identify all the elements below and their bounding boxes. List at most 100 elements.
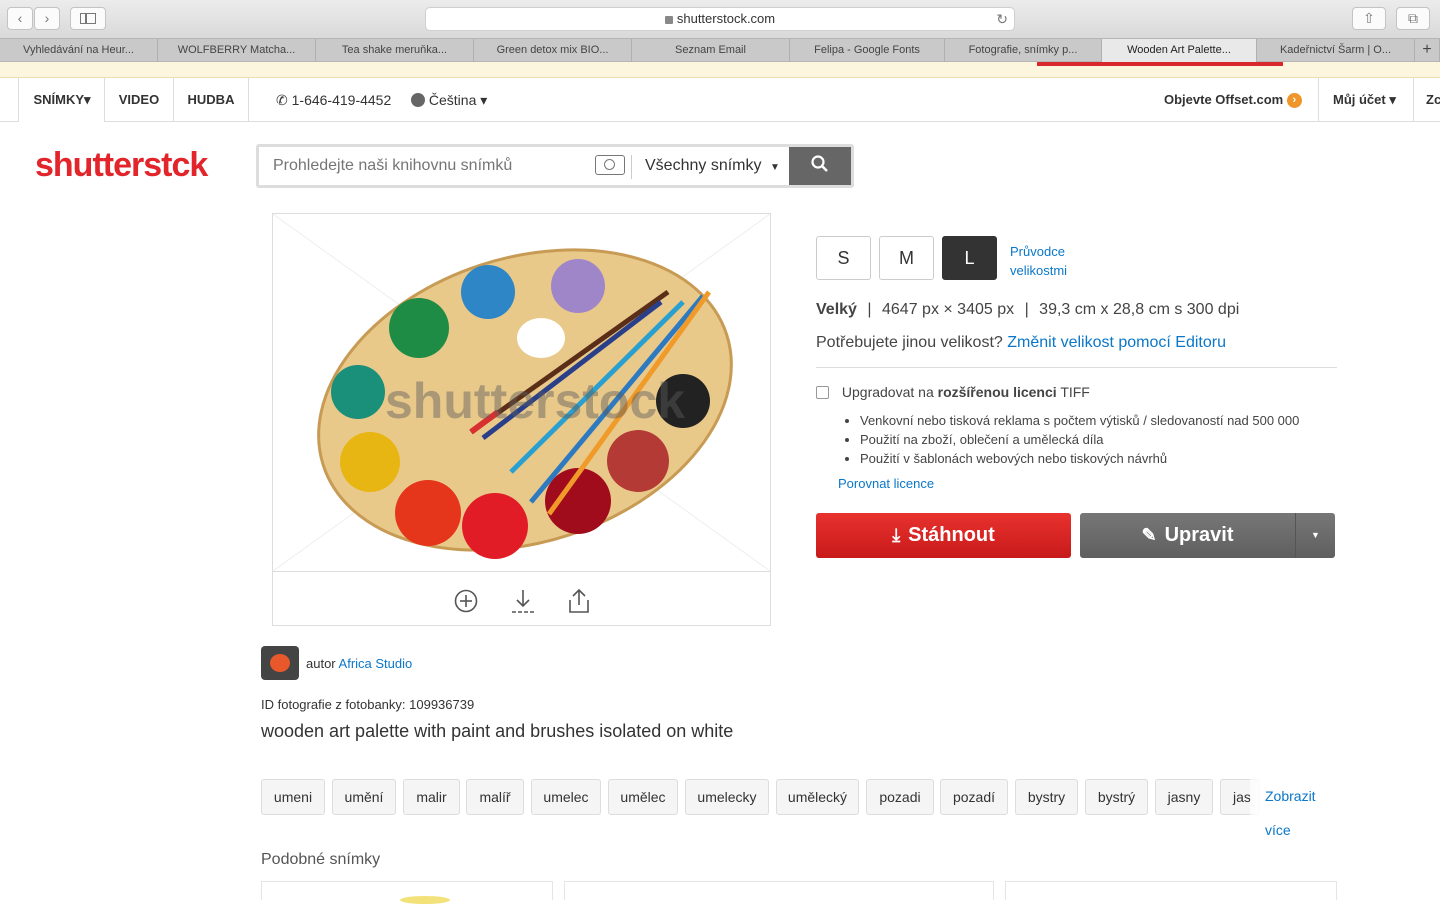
language-label: Čeština ▾ (428, 92, 488, 108)
browser-tab[interactable]: Fotografie, snímky p... (945, 39, 1102, 62)
keyword-tag[interactable]: umělec (608, 779, 678, 815)
size-px: 4647 px × 3405 px (882, 301, 1015, 318)
offset-link[interactable]: Objevte Offset.com › (1164, 78, 1302, 122)
keyword-tag[interactable]: umelec (531, 779, 601, 815)
size-guide-line1: Průvodce (1010, 244, 1065, 259)
author-prefix: autor (306, 656, 336, 671)
size-guide-link[interactable]: Průvodce velikostmi (1010, 242, 1067, 280)
address-bar[interactable]: shutterstock.com ↻ (425, 7, 1015, 31)
category-label: Všechny snímky (645, 157, 762, 174)
keyword-tag[interactable]: bystry (1015, 779, 1078, 815)
back-button[interactable]: ‹ (7, 7, 33, 30)
size-name: Velký (816, 301, 857, 318)
download-icon[interactable] (511, 588, 535, 614)
keyword-tag[interactable]: malíř (466, 779, 524, 815)
divider (816, 367, 1337, 368)
keyword-tag[interactable]: malir (403, 779, 460, 815)
keyword-tag[interactable]: umělecký (776, 779, 859, 815)
license-prefix: Upgradovat na (841, 384, 934, 400)
browser-toolbar: ‹ › shutterstock.com ↻ ⇧ ⧉ (0, 0, 1440, 38)
license-suffix: TIFF (1060, 384, 1090, 400)
license-benefits-list: Venkovní nebo tisková reklama s počtem v… (860, 411, 1299, 468)
arrow-right-circle-icon: › (1286, 93, 1302, 108)
globe-icon (411, 93, 425, 107)
language-selector[interactable]: Čeština ▾ (411, 78, 487, 122)
new-tab-button[interactable]: + (1415, 39, 1440, 62)
loading-bar (0, 62, 1440, 78)
edit-button[interactable]: ✎ Upravit ▼ (1080, 513, 1335, 558)
similar-images-heading: Podobné snímky (261, 851, 381, 868)
license-benefit: Použití na zboží, oblečení a umělecká dí… (860, 430, 1299, 449)
keyword-tag[interactable]: umeni (261, 779, 325, 815)
phone-label: 1-646-419-4452 (291, 92, 392, 108)
account-menu[interactable]: Můj účet ▾ (1333, 78, 1396, 122)
resize-question: Potřebujete jinou velikost? (816, 334, 1003, 351)
logo-text-end: ck (171, 146, 208, 184)
nav-music[interactable]: HUDBA (174, 78, 248, 122)
caret-down-icon: ▼ (769, 162, 780, 173)
license-checkbox[interactable] (816, 386, 829, 399)
browser-tab-active[interactable]: Wooden Art Palette... (1102, 39, 1257, 62)
sidebar-icon (80, 13, 96, 24)
resize-line: Potřebujete jinou velikost? Změnit velik… (816, 334, 1226, 352)
offset-label: Objevte Offset.com (1164, 92, 1284, 107)
similar-image-thumb[interactable] (564, 881, 994, 900)
license-benefit: Použití v šablonách webových nebo tiskov… (860, 449, 1299, 468)
search-icon (811, 155, 828, 172)
share-icon[interactable] (567, 588, 591, 614)
browser-tab[interactable]: Green detox mix BIO... (474, 39, 632, 62)
edit-dropdown-caret-icon[interactable]: ▼ (1296, 513, 1335, 558)
size-cm: 39,3 cm x 28,8 cm s 300 dpi (1039, 301, 1240, 318)
keyword-tag[interactable]: pozadí (940, 779, 1008, 815)
camera-icon[interactable] (595, 155, 625, 175)
nav-cut-item[interactable]: Zc (1426, 78, 1440, 122)
keyword-tag[interactable]: jasny (1155, 779, 1213, 815)
share-button[interactable]: ⇧ (1352, 7, 1386, 30)
browser-tab[interactable]: Kadeřnictví Šarm | O... (1257, 39, 1415, 62)
tab-bar: Vyhledávání na Heur... WOLFBERRY Matcha.… (0, 38, 1440, 62)
search-bar: Všechny snímky ▼ (256, 144, 854, 188)
keyword-tag[interactable]: umění (332, 779, 396, 815)
keyword-tag[interactable]: umelecky (685, 779, 769, 815)
browser-tab[interactable]: Felipa - Google Fonts (790, 39, 945, 62)
nav-video[interactable]: VIDEO (105, 78, 173, 122)
search-button[interactable] (789, 147, 851, 185)
extended-license-option: Upgradovat na rozšířenou licenci TIFF (816, 384, 1090, 400)
download-button[interactable]: ⤓ Stáhnout (816, 513, 1071, 558)
shutterstock-logo[interactable]: shutterstck (35, 146, 208, 185)
browser-tab[interactable]: WOLFBERRY Matcha... (158, 39, 316, 62)
browser-tab[interactable]: Tea shake meruňka... (316, 39, 474, 62)
add-to-collection-icon[interactable] (454, 589, 478, 613)
download-label: Stáhnout (908, 524, 995, 546)
forward-button[interactable]: › (34, 7, 60, 30)
size-l-button[interactable]: L (942, 236, 997, 280)
compare-licenses-link[interactable]: Porovnat licence (838, 476, 934, 491)
category-dropdown[interactable]: Všechny snímky ▼ (645, 147, 780, 185)
show-more-tags-link[interactable]: Zobrazit více (1250, 779, 1345, 838)
search-input[interactable] (263, 150, 588, 182)
author-line: autor Africa Studio (306, 656, 412, 671)
camera-logo-icon (270, 654, 290, 672)
watermark: shutterstock (385, 373, 686, 429)
reload-icon[interactable]: ↻ (996, 8, 1008, 30)
resize-editor-link[interactable]: Změnit velikost pomocí Editoru (1007, 334, 1226, 351)
browser-tab[interactable]: Seznam Email (632, 39, 790, 62)
similar-image-thumb[interactable] (261, 881, 553, 904)
sidebar-toggle-button[interactable] (70, 7, 106, 30)
browser-tab[interactable]: Vyhledávání na Heur... (0, 39, 158, 62)
phone-number[interactable]: ✆ 1-646-419-4452 (276, 78, 391, 122)
similar-image-thumb[interactable] (1005, 881, 1337, 900)
image-id: ID fotografie z fotobanky: 109936739 (261, 697, 475, 712)
keyword-tag[interactable]: pozadi (866, 779, 934, 815)
size-m-button[interactable]: M (879, 236, 934, 280)
size-guide-line2: velikostmi (1010, 263, 1068, 278)
download-arrow-icon: ⤓ (892, 525, 901, 545)
keyword-tag[interactable]: bystrý (1085, 779, 1148, 815)
author-link[interactable]: Africa Studio (339, 656, 413, 671)
license-bold: rozšířenou licenci (937, 384, 1057, 400)
tabs-overview-button[interactable]: ⧉ (1396, 7, 1430, 30)
size-s-button[interactable]: S (816, 236, 871, 280)
author-avatar[interactable] (261, 646, 299, 680)
image-title: wooden art palette with paint and brushe… (261, 721, 734, 741)
nav-images[interactable]: SNÍMKY▾ (19, 78, 105, 122)
